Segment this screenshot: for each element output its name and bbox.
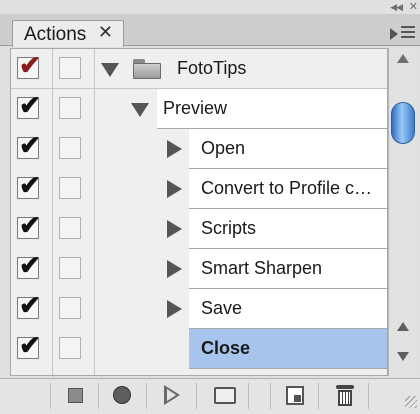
panel-top-strip: ◀◀ ✕ <box>0 0 420 14</box>
vertical-scrollbar[interactable] <box>388 48 418 376</box>
checkmark-icon: ✔ <box>19 130 41 160</box>
scroll-down-arrow-icon[interactable] <box>397 352 409 361</box>
checkmark-icon: ✔ <box>19 250 41 280</box>
new-action-icon <box>286 386 304 405</box>
step-row-box-selected: Close <box>189 329 387 369</box>
record-button[interactable] <box>98 381 146 411</box>
set-label: FotoTips <box>177 58 247 78</box>
step-label: Open <box>201 138 246 158</box>
bottom-toolbar <box>0 378 420 414</box>
step-row-box: Convert to Profile c… <box>189 169 387 209</box>
checkmark-icon: ✔ <box>19 90 41 120</box>
checkmark-icon: ✔ <box>19 290 41 320</box>
toggle-checkbox[interactable]: ✔ <box>17 252 41 279</box>
list-item-action[interactable]: ✔ Preview <box>11 89 387 129</box>
step-row-box: Scripts <box>189 209 387 249</box>
delete-trash-icon <box>336 385 354 407</box>
action-label: Preview <box>163 98 228 118</box>
step-row-box: Save <box>189 289 387 329</box>
dialog-toggle-box[interactable] <box>59 97 81 119</box>
menu-arrow-icon <box>390 28 398 40</box>
list-item-step[interactable]: ✔ Convert to Profile c… <box>11 169 387 209</box>
action-row-box: Preview <box>157 89 387 129</box>
toggle-checkbox[interactable]: ✔ <box>17 172 41 199</box>
step-row-box: Open <box>189 129 387 169</box>
expand-arrow-icon[interactable] <box>167 180 182 198</box>
folder-icon <box>133 59 161 79</box>
dialog-toggle-box[interactable] <box>59 257 81 279</box>
play-button[interactable] <box>148 381 196 411</box>
dialog-toggle-box[interactable] <box>59 177 81 199</box>
stop-icon <box>68 388 83 403</box>
toggle-checkbox[interactable]: ✔ <box>17 92 41 119</box>
expand-arrow-icon[interactable] <box>167 140 182 158</box>
tab-actions-label: Actions <box>24 24 87 45</box>
actions-list: ✔ FotoTips ✔ Preview ✔ Open ✔ Convert to… <box>10 48 388 376</box>
list-item-step[interactable]: ✔ Scripts <box>11 209 387 249</box>
expand-arrow-icon[interactable] <box>101 63 119 77</box>
checkmark-icon: ✔ <box>19 170 41 200</box>
list-item-step[interactable]: ✔ Smart Sharpen <box>11 249 387 289</box>
tab-actions[interactable]: Actions ✕ <box>12 20 124 47</box>
toggle-checkbox[interactable]: ✔ <box>17 52 41 79</box>
dialog-toggle-box[interactable] <box>59 337 81 359</box>
checkmark-icon: ✔ <box>19 50 41 80</box>
step-label: Save <box>201 298 243 318</box>
step-label: Convert to Profile c… <box>201 178 373 198</box>
step-label: Scripts <box>201 218 257 238</box>
toggle-checkbox[interactable]: ✔ <box>17 132 41 159</box>
step-label: Close <box>201 338 251 358</box>
new-set-folder-icon <box>214 387 236 404</box>
toggle-checkbox[interactable]: ✔ <box>17 332 41 359</box>
expand-arrow-icon[interactable] <box>131 103 149 117</box>
dialog-toggle-box[interactable] <box>59 57 81 79</box>
dialog-toggle-box[interactable] <box>59 297 81 319</box>
delete-button[interactable] <box>320 381 368 411</box>
panel-menu-icon[interactable] <box>390 24 416 42</box>
list-item-set[interactable]: ✔ FotoTips <box>11 49 387 89</box>
record-icon <box>113 386 131 404</box>
new-set-button[interactable] <box>200 381 248 411</box>
checkmark-icon: ✔ <box>19 210 41 240</box>
toggle-checkbox[interactable]: ✔ <box>17 212 41 239</box>
collapse-icon[interactable]: ◀◀ <box>390 2 403 13</box>
dialog-toggle-box[interactable] <box>59 137 81 159</box>
step-row-box: Smart Sharpen <box>189 249 387 289</box>
new-action-button[interactable] <box>270 381 318 411</box>
expand-arrow-icon[interactable] <box>167 260 182 278</box>
dialog-toggle-box[interactable] <box>59 217 81 239</box>
expand-arrow-icon[interactable] <box>167 220 182 238</box>
tab-close-icon[interactable]: ✕ <box>98 22 113 43</box>
toggle-checkbox[interactable]: ✔ <box>17 292 41 319</box>
list-item-step-selected[interactable]: ✔ Close <box>11 329 387 369</box>
stop-button[interactable] <box>50 381 98 411</box>
scroll-up-arrow-icon[interactable] <box>397 322 409 331</box>
step-label: Smart Sharpen <box>201 258 323 278</box>
panel-close-icon[interactable]: ✕ <box>409 0 418 13</box>
list-item-step[interactable]: ✔ Open <box>11 129 387 169</box>
menu-lines-icon <box>401 26 415 41</box>
scroll-thumb[interactable] <box>391 102 415 144</box>
resize-grip-icon[interactable] <box>405 396 417 408</box>
scroll-top-arrow-icon[interactable] <box>397 54 409 63</box>
checkmark-icon: ✔ <box>19 330 41 360</box>
list-item-step[interactable]: ✔ Save <box>11 289 387 329</box>
actions-panel: ◀◀ ✕ Actions ✕ ✔ FotoTips ✔ Preview ✔ Op… <box>0 0 420 414</box>
tab-row: Actions ✕ <box>0 14 420 47</box>
expand-arrow-icon[interactable] <box>167 300 182 318</box>
